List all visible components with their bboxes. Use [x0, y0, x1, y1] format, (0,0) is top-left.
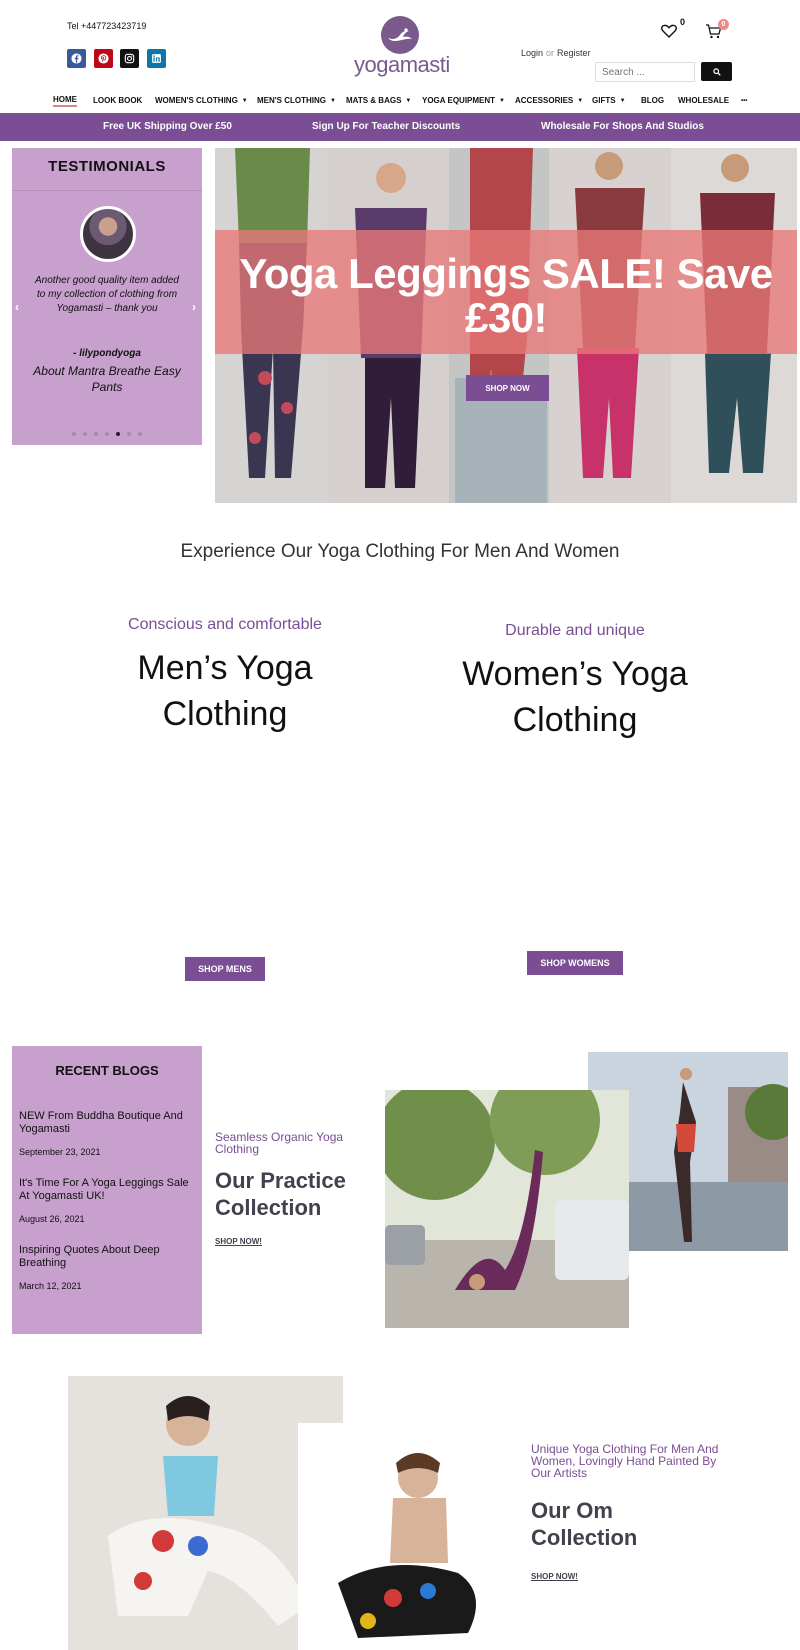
nav-item-home[interactable]: HOME: [53, 95, 77, 107]
promo-shipping[interactable]: Free UK Shipping Over £50: [103, 121, 232, 132]
hero-shop-now-button[interactable]: SHOP NOW: [466, 375, 549, 401]
promo-teacher-discounts[interactable]: Sign Up For Teacher Discounts: [312, 121, 460, 132]
chevron-down-icon: ▼: [405, 97, 412, 104]
nav-label: ACCESSORIES: [515, 96, 574, 105]
nav-item-look-book[interactable]: LOOK BOOK: [93, 96, 142, 105]
om-title: Our Om Collection: [531, 1498, 638, 1550]
practice-image-street: [385, 1090, 629, 1328]
blog-post-title[interactable]: It's Time For A Yoga Leggings Sale At Yo…: [19, 1177, 194, 1203]
wishlist-button[interactable]: 0: [661, 17, 685, 41]
phone-number: Tel +447723423719: [67, 21, 147, 31]
shop-womens-button[interactable]: SHOP WOMENS: [527, 951, 623, 975]
cart-button[interactable]: 0: [705, 19, 729, 41]
facebook-icon[interactable]: [67, 49, 86, 68]
site-logo[interactable]: yogamasti: [354, 16, 450, 78]
carousel-dots: [12, 432, 202, 436]
section-heading: Experience Our Yoga Clothing For Men And…: [180, 541, 620, 562]
chevron-right-icon[interactable]: ›: [192, 300, 196, 314]
heart-icon: [661, 24, 677, 38]
nav-item-wholesale[interactable]: WHOLESALE: [678, 96, 729, 105]
chevron-down-icon: ▼: [499, 97, 505, 104]
mens-subtitle: Conscious and comfortable: [128, 616, 322, 633]
nav-more-button[interactable]: •••: [741, 98, 747, 104]
nav-item-accessories[interactable]: ACCESSORIES ▼: [515, 96, 583, 105]
logo-wordmark: yogamasti: [354, 52, 450, 77]
promo-bar: Free UK Shipping Over £50 Sign Up For Te…: [0, 113, 800, 141]
nav-label: HOME: [53, 94, 77, 104]
chevron-down-icon: ▼: [577, 97, 584, 104]
chevron-down-icon: ▼: [619, 97, 626, 104]
hero-banner: Yoga Leggings SALE! Save £30! SHOP NOW: [215, 148, 797, 503]
nav-item-womens-clothing[interactable]: WOMEN'S CLOTHING ▼: [155, 96, 248, 105]
carousel-dot[interactable]: [127, 432, 131, 436]
recent-blogs-widget: RECENT BLOGS NEW From Buddha Boutique An…: [12, 1046, 202, 1334]
login-link[interactable]: Login: [521, 48, 543, 58]
nav-item-mats-bags[interactable]: MATS & BAGS ▼: [346, 96, 411, 105]
nav-label: MEN'S CLOTHING: [257, 96, 327, 105]
search-icon: [712, 67, 721, 76]
linkedin-icon[interactable]: [147, 49, 166, 68]
testimonials-title: TESTIMONIALS: [48, 158, 166, 175]
blog-post-date: March 12, 2021: [19, 1281, 82, 1291]
nav-item-blog[interactable]: BLOG: [641, 96, 664, 105]
promo-wholesale[interactable]: Wholesale For Shops And Studios: [541, 121, 704, 132]
om-subtitle: Unique Yoga Clothing For Men And Women, …: [531, 1442, 719, 1480]
nav-label: LOOK BOOK: [93, 96, 143, 105]
practice-subtitle: Seamless Organic Yoga Clothing: [215, 1130, 344, 1156]
testimonial-quote: Another good quality item added to my co…: [35, 275, 179, 314]
carousel-dot[interactable]: [83, 432, 87, 436]
lotus-logo-icon: [381, 16, 419, 54]
nav-label: WHOLESALE: [678, 96, 730, 105]
cart-count-badge: 0: [718, 19, 729, 30]
practice-shop-link[interactable]: SHOP NOW!: [215, 1237, 262, 1246]
testimonial-product: About Mantra Breathe Easy Pants: [33, 364, 181, 394]
nav-label: BLOG: [641, 96, 665, 105]
search-button[interactable]: [701, 62, 732, 81]
om-image-man: [298, 1423, 503, 1650]
pinterest-icon[interactable]: [94, 49, 113, 68]
search-input[interactable]: [595, 62, 695, 82]
blog-post-title[interactable]: NEW From Buddha Boutique And Yogamasti: [19, 1110, 194, 1136]
nav-label: WOMEN'S CLOTHING: [155, 96, 238, 105]
nav-item-mens-clothing[interactable]: MEN'S CLOTHING ▼: [257, 96, 336, 105]
blog-post-date: August 26, 2021: [19, 1214, 85, 1224]
more-icon: •••: [741, 97, 748, 104]
womens-subtitle: Durable and unique: [505, 622, 645, 639]
recent-blogs-title: RECENT BLOGS: [55, 1063, 159, 1078]
hero-title: Yoga Leggings SALE! Save £30!: [239, 250, 773, 341]
practice-title: Our Practice Collection: [215, 1168, 346, 1220]
register-link[interactable]: Register: [557, 48, 591, 58]
carousel-dot[interactable]: [94, 432, 98, 436]
nav-item-gifts[interactable]: GIFTS ▼: [592, 96, 626, 105]
womens-title: Women’s Yoga Clothing: [462, 655, 688, 739]
testimonials-widget: TESTIMONIALS Another good quality item a…: [12, 148, 202, 445]
carousel-dot[interactable]: [105, 432, 109, 436]
om-shop-link[interactable]: SHOP NOW!: [531, 1572, 578, 1581]
shop-mens-button[interactable]: SHOP MENS: [185, 957, 265, 981]
carousel-dot[interactable]: [72, 432, 76, 436]
chevron-down-icon: ▼: [330, 97, 336, 104]
or-label: or: [546, 48, 555, 58]
blog-post-date: September 23, 2021: [19, 1147, 101, 1157]
account-links: Login or Register: [521, 48, 591, 58]
divider: [12, 190, 202, 191]
instagram-icon[interactable]: [120, 49, 139, 68]
nav-item-yoga-equipment[interactable]: YOGA EQUIPMENT ▼: [422, 96, 505, 105]
main-nav: HOME LOOK BOOK WOMEN'S CLOTHING ▼ MEN'S C…: [0, 92, 800, 109]
blog-post-title[interactable]: Inspiring Quotes About Deep Breathing: [19, 1244, 194, 1270]
nav-label: YOGA EQUIPMENT: [422, 96, 496, 105]
mens-title: Men’s Yoga Clothing: [137, 649, 313, 733]
chevron-left-icon[interactable]: ‹: [15, 300, 19, 314]
testimonial-author: - lilypondyoga: [73, 348, 141, 359]
nav-label: GIFTS: [592, 96, 616, 105]
carousel-dot[interactable]: [138, 432, 142, 436]
avatar: [80, 206, 136, 262]
nav-label: MATS & BAGS: [346, 96, 402, 105]
wishlist-count: 0: [680, 17, 686, 27]
carousel-dot-active[interactable]: [116, 432, 120, 436]
chevron-down-icon: ▼: [241, 97, 248, 104]
